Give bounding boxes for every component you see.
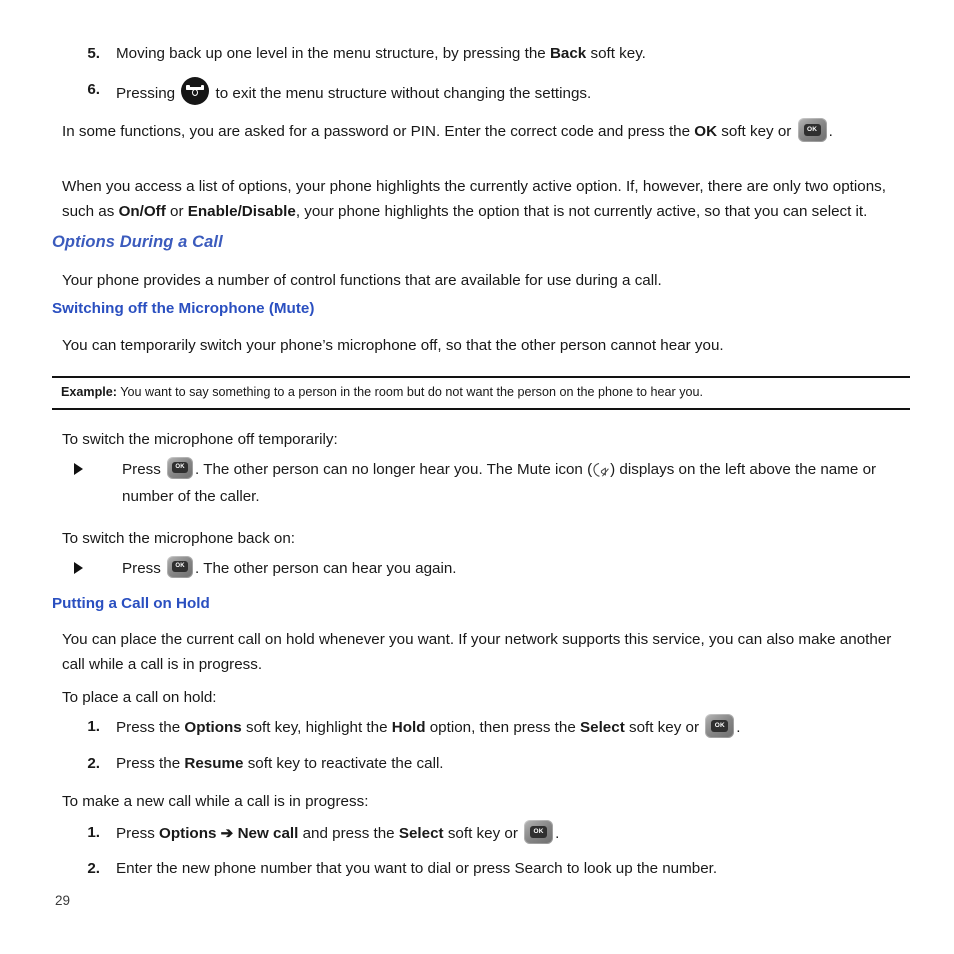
list-item: Press OK . The other person can hear you … [74, 555, 904, 582]
mute-icon [592, 460, 610, 477]
newcall1-bold-select: Select [398, 825, 444, 842]
newcall1-pre: Press [116, 825, 160, 842]
password-bold-ok: OK [694, 123, 718, 140]
end-call-key-icon [181, 77, 210, 105]
micoff-pre: Press [122, 461, 166, 478]
manual-page: 5. Moving back up one level in the menu … [0, 0, 954, 954]
lead-mic-on: To switch the microphone back on: [62, 530, 295, 547]
optionslist-mid: or [165, 203, 188, 220]
step5-bold-back: Back [549, 45, 587, 62]
end-call-handset [192, 89, 199, 96]
triangle-bullet-icon [74, 456, 122, 483]
example-body: You want to say something to a person in… [117, 385, 704, 399]
password-post: . [828, 123, 833, 140]
micoff-mid: . The other person can no longer hear yo… [195, 461, 593, 478]
end-call-tip-left [186, 85, 190, 90]
newcall1-mid2: soft key or [443, 825, 523, 842]
triangle-bullet-icon [74, 555, 122, 582]
optionslist-bold-onoff: On/Off [118, 203, 166, 220]
ok-key-icon: OK [167, 556, 194, 578]
arrow-right-icon: ➔ [216, 825, 238, 842]
lead-make-new-call: To make a new call while a call is in pr… [62, 793, 369, 810]
ok-key-cap-label: OK [530, 826, 548, 838]
hold1-mid1: soft key, highlight the [241, 719, 392, 736]
page-number: 29 [55, 893, 71, 908]
ok-key-cap-label: OK [172, 462, 189, 473]
list-text: Enter the new phone number that you want… [116, 860, 718, 877]
hold2-pre: Press the [116, 755, 185, 772]
hold1-bold-select: Select [580, 719, 625, 736]
ok-key-icon: OK [705, 714, 735, 738]
list-item: 2. Press the Resume soft key to reactiva… [66, 751, 926, 776]
ok-key-cap-label: OK [803, 124, 821, 136]
subheading-switching-off-microphone: Switching off the Microphone (Mute) [52, 300, 315, 317]
list-text: Press the Options soft key, highlight th… [116, 714, 926, 740]
list-item: 5. Moving back up one level in the menu … [66, 41, 926, 66]
hold1-pre: Press the [116, 719, 185, 736]
ok-key-icon: OK [524, 820, 554, 844]
paragraph-control-functions: Your phone provides a number of control … [62, 272, 662, 289]
paragraph-password: In some functions, you are asked for a p… [62, 118, 928, 144]
newcall1-post: . [555, 825, 560, 842]
paragraph-options-list: When you access a list of options, your … [62, 174, 910, 224]
list-number: 2. [87, 755, 100, 772]
ok-key-cap-label: OK [711, 720, 729, 732]
hold2-bold-resume: Resume [184, 755, 244, 772]
list-item: 2. Enter the new phone number that you w… [66, 856, 926, 881]
list-text: Pressing to exit the menu structure with… [116, 77, 926, 106]
lead-place-call-on-hold: To place a call on hold: [62, 689, 217, 706]
micon-pre: Press [122, 560, 166, 577]
lead-mic-off: To switch the microphone off temporarily… [62, 431, 338, 448]
step5-text-post: soft key. [586, 45, 646, 62]
newcall1-bold-newcall: New call [237, 825, 299, 842]
step6-text-pre: Pressing [116, 85, 180, 102]
example-text: Example: You want to say something to a … [52, 384, 910, 401]
ok-key-cap-label: OK [172, 561, 189, 572]
password-pre: In some functions, you are asked for a p… [62, 123, 695, 140]
list-item: Press OK . The other person can no longer… [74, 456, 904, 510]
hold2-post: soft key to reactivate the call. [243, 755, 444, 772]
list-number: 6. [87, 81, 100, 98]
ok-key-icon: OK [167, 457, 194, 479]
hold1-bold-options: Options [184, 719, 242, 736]
list-text: Press OK . The other person can hear you … [122, 555, 904, 582]
end-call-tip-right [200, 85, 205, 90]
micon-post: . The other person can hear you again. [195, 560, 457, 577]
list-number: 2. [87, 860, 100, 877]
list-text: Press Options ➔ New call and press the S… [116, 820, 926, 846]
newcall1-bold-options: Options [159, 825, 217, 842]
section-heading-options-during-call: Options During a Call [52, 233, 223, 251]
example-label: Example: [61, 385, 117, 399]
step6-text-post: to exit the menu structure without chang… [211, 85, 592, 102]
list-number: 1. [87, 824, 100, 841]
paragraph-hold-intro: You can place the current call on hold w… [62, 631, 892, 673]
hold1-mid3: soft key or [624, 719, 704, 736]
list-text: Press the Resume soft key to reactivate … [116, 751, 926, 776]
optionslist-bold-enabledisable: Enable/Disable [187, 203, 296, 220]
hold1-bold-hold: Hold [391, 719, 426, 736]
list-text: Moving back up one level in the menu str… [116, 41, 926, 66]
paragraph-mute-intro: You can temporarily switch your phone’s … [62, 337, 724, 354]
list-number: 5. [87, 45, 100, 62]
hold1-post: . [736, 719, 741, 736]
ok-key-icon: OK [797, 118, 827, 142]
newcall1-mid1: and press the [298, 825, 399, 842]
list-number: 1. [87, 718, 100, 735]
list-item: 1. Press the Options soft key, highlight… [66, 714, 926, 740]
password-mid: soft key or [717, 123, 796, 140]
list-item: 1. Press Options ➔ New call and press th… [66, 820, 926, 846]
hold1-mid2: option, then press the [425, 719, 581, 736]
list-text: Press OK . The other person can no longer… [122, 456, 904, 510]
list-item: 6. Pressing to exit the menu structure w… [66, 77, 926, 106]
optionslist-post: , your phone highlights the option that … [295, 203, 868, 220]
example-callout: Example: You want to say something to a … [52, 376, 910, 410]
subheading-putting-call-on-hold: Putting a Call on Hold [52, 595, 210, 612]
step5-text-pre: Moving back up one level in the menu str… [116, 45, 550, 62]
